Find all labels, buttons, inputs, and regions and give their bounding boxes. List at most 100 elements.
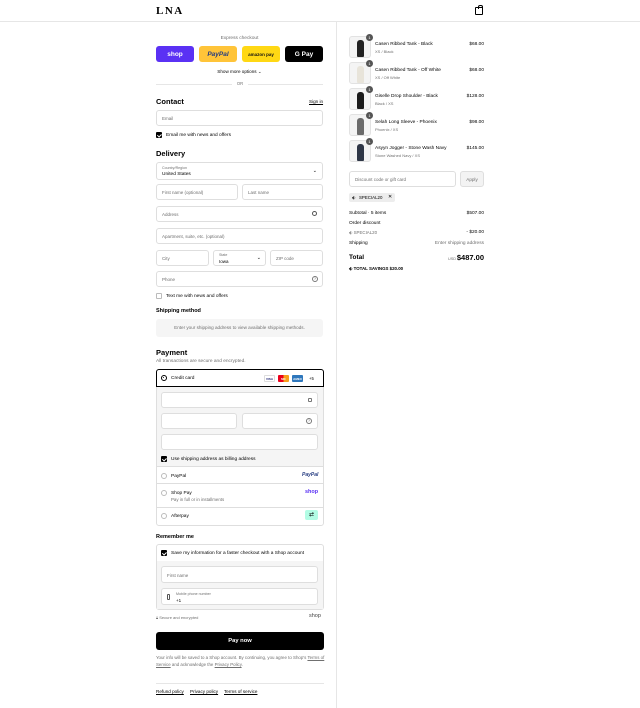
footer-divider	[156, 683, 324, 684]
apartment-input[interactable]: Apartment, suite, etc. (optional)	[156, 228, 323, 244]
help-icon[interactable]: ?	[312, 275, 318, 282]
shop-logo: shop	[305, 489, 319, 495]
mastercard-icon: MC	[278, 375, 289, 382]
store-logo[interactable]: LNA	[156, 5, 184, 17]
applied-discount-code: SPECIAL20	[353, 230, 378, 235]
email-input[interactable]: Email	[156, 110, 323, 126]
shop-pay-radio[interactable]	[161, 490, 167, 496]
paypal-button[interactable]: PayPal	[199, 46, 237, 62]
shipping-method-title: Shipping method	[156, 308, 201, 314]
product-image	[357, 118, 364, 135]
mobile-phone-input[interactable]: Mobile phone number +1	[161, 588, 318, 605]
expiry-input[interactable]	[161, 413, 237, 429]
help-icon[interactable]: ?	[306, 418, 312, 424]
privacy-policy-link[interactable]: Privacy policy	[190, 689, 218, 694]
country-value: United States	[162, 172, 191, 177]
afterpay-radio[interactable]	[161, 513, 167, 519]
name-on-card-input[interactable]	[161, 434, 318, 450]
product-name: Giselle Drop Shoulder - Black	[375, 94, 438, 99]
order-discount-label: Order discount	[349, 221, 381, 226]
save-info-label: Save my information for a faster checkou…	[171, 550, 305, 556]
email-placeholder: Email	[162, 116, 174, 121]
google-pay-button[interactable]: G Pay	[285, 46, 323, 62]
subtotal-label: Subtotal · 5 items	[349, 211, 387, 216]
last-name-input[interactable]: Last name	[242, 184, 323, 200]
news-checkbox[interactable]	[156, 132, 162, 138]
address-input[interactable]: Address	[156, 206, 323, 222]
product-name: Asyyn Jogger - Stone Wash Navy	[375, 146, 447, 151]
visa-icon: VISA	[264, 375, 275, 382]
shop-pay-label: Shop Pay	[171, 490, 192, 496]
sign-in-link[interactable]: Sign in	[309, 99, 323, 104]
paypal-logo: PayPal	[302, 472, 319, 478]
quantity-badge: 1	[366, 34, 373, 41]
state-select[interactable]: State Iowa ⌄	[213, 250, 266, 266]
city-input[interactable]: City	[156, 250, 209, 266]
shipping-notice: Enter your shipping address to view avai…	[156, 319, 323, 337]
billing-checkbox[interactable]	[161, 456, 167, 462]
payment-subtitle: All transactions are secure and encrypte…	[156, 359, 246, 364]
save-info-checkbox[interactable]	[161, 550, 167, 556]
discount-value: - $20.00	[466, 230, 484, 235]
quantity-badge: 1	[366, 86, 373, 93]
phone-input[interactable]: Phone ?	[156, 271, 323, 287]
mobile-phone-icon	[167, 594, 170, 600]
terms-of-service-link[interactable]: Terms of service	[224, 689, 257, 694]
first-name-input[interactable]: First name (optional)	[156, 184, 238, 200]
legal-text-end: .	[241, 661, 243, 667]
legal-text-and: and acknowledge the	[171, 661, 214, 667]
zip-input[interactable]: ZIP code	[270, 250, 323, 266]
refund-policy-link[interactable]: Refund policy	[156, 689, 184, 694]
payment-title: Payment	[156, 348, 188, 357]
tag-icon: ⬖	[349, 230, 353, 235]
shop-privacy-link[interactable]: Privacy Policy	[215, 662, 242, 667]
pay-now-button[interactable]: Pay now	[156, 632, 324, 650]
total-value: $487.00	[456, 253, 484, 262]
tag-icon: ⬖	[349, 266, 353, 271]
product-image	[357, 40, 364, 57]
search-icon	[312, 210, 317, 216]
header: LNA	[0, 0, 640, 22]
state-value: Iowa	[219, 258, 229, 264]
delivery-title: Delivery	[156, 149, 186, 158]
paypal-label: PayPal	[171, 473, 187, 479]
security-code-input[interactable]: ?	[242, 413, 318, 429]
afterpay-label: Afterpay	[171, 513, 189, 519]
product-variant: Black / XS	[375, 101, 394, 106]
text-offers-checkbox[interactable]	[156, 293, 162, 299]
amazon-pay-button[interactable]: amazon pay	[242, 46, 280, 62]
discount-tag: ⬖ SPECIAL20 ✕	[349, 193, 395, 202]
paypal-radio[interactable]	[161, 473, 167, 479]
show-more-options[interactable]: Show more options ⌄	[156, 69, 323, 75]
discount-input[interactable]: Discount code or gift card	[349, 171, 456, 187]
chevron-down-icon: ⌄	[312, 168, 317, 174]
legal-text: Your info will be saved to a Shop accoun…	[156, 655, 326, 668]
show-more-label: Show more options	[217, 69, 257, 74]
credit-card-label: Credit card	[171, 375, 195, 381]
billing-label: Use shipping address as billing address	[171, 456, 256, 462]
or-label: OR	[232, 81, 248, 86]
country-select[interactable]: Country/Region United States ⌄	[156, 162, 323, 180]
contact-title: Contact	[156, 97, 184, 106]
remember-first-name-placeholder: First name	[167, 572, 189, 578]
chevron-down-icon: ⌄	[257, 69, 262, 74]
close-icon[interactable]: ✕	[388, 195, 392, 200]
amex-icon: AMEX	[292, 375, 303, 382]
lock-icon: 🔒︎	[156, 615, 159, 620]
divider	[157, 507, 323, 508]
divider	[157, 483, 323, 484]
shop-pay-button[interactable]: shop	[156, 46, 194, 62]
apply-button[interactable]: Apply	[460, 171, 484, 187]
product-price: $68.00	[469, 68, 484, 73]
subtotal-value: $507.00	[466, 211, 484, 216]
mobile-phone-value: +1	[176, 597, 182, 603]
discount-tag-code: SPECIAL20	[359, 195, 383, 200]
card-number-input[interactable]	[161, 392, 318, 408]
applied-discount: ⬖ SPECIAL20	[349, 230, 377, 236]
credit-card-radio[interactable]	[161, 375, 167, 381]
savings-value: $20.00	[389, 266, 404, 271]
product-price: $128.00	[466, 94, 484, 99]
mobile-phone-label: Mobile phone number	[176, 591, 211, 596]
remember-first-name-input[interactable]: First name	[161, 566, 318, 583]
shopping-bag-icon[interactable]	[475, 5, 483, 15]
